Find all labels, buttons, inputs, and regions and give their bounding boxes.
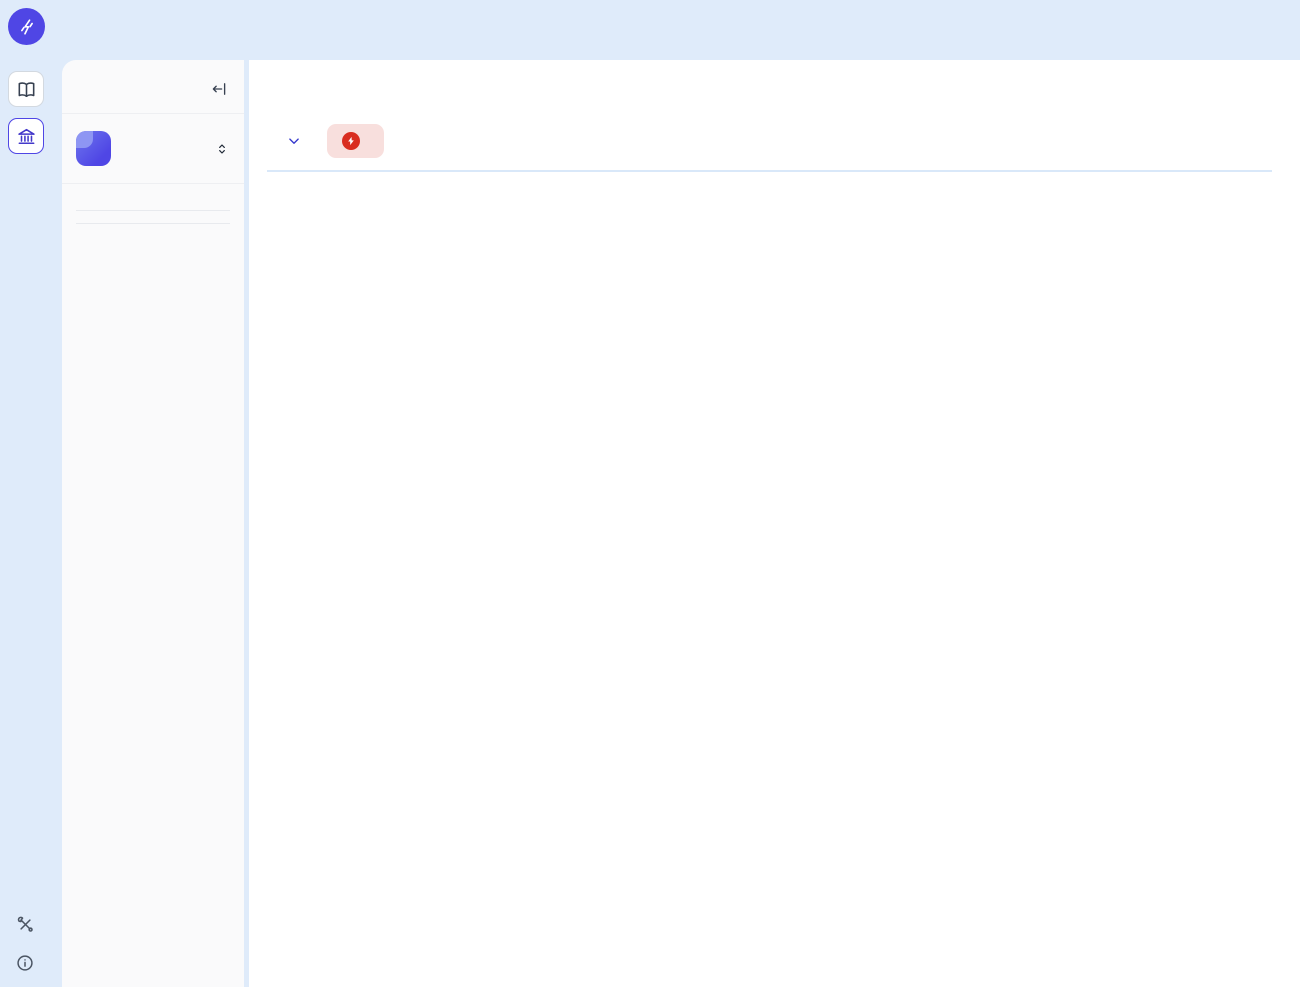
library-rail-button[interactable] bbox=[8, 71, 44, 107]
collapse-sidebar-icon bbox=[210, 80, 228, 98]
sidebar-nav bbox=[62, 184, 244, 236]
tools-button[interactable] bbox=[15, 914, 62, 935]
nav-divider bbox=[76, 210, 230, 211]
chevron-up-down-icon bbox=[214, 141, 230, 157]
sidebar bbox=[62, 60, 244, 987]
book-open-icon bbox=[16, 79, 37, 100]
governance-rail-button[interactable] bbox=[8, 118, 44, 154]
info-icon bbox=[15, 953, 35, 973]
bank-icon bbox=[16, 126, 37, 147]
chevron-down-icon bbox=[285, 132, 303, 150]
title-dropdown-button[interactable] bbox=[285, 132, 303, 150]
brand-logo[interactable] bbox=[8, 8, 45, 45]
space-avatar bbox=[76, 131, 111, 166]
main-panel bbox=[249, 60, 1300, 987]
nav-divider bbox=[76, 223, 230, 224]
info-button[interactable] bbox=[15, 953, 62, 973]
rail-footer bbox=[0, 914, 62, 987]
collapse-sidebar-button[interactable] bbox=[210, 80, 228, 98]
risk-badge bbox=[327, 124, 384, 158]
breadcrumb bbox=[267, 60, 1272, 84]
tab-bar bbox=[267, 170, 1272, 172]
tools-icon bbox=[15, 914, 36, 935]
space-selector[interactable] bbox=[62, 114, 244, 184]
brand-logo-icon bbox=[16, 16, 38, 38]
high-risk-icon bbox=[342, 132, 360, 150]
left-rail bbox=[0, 0, 62, 987]
